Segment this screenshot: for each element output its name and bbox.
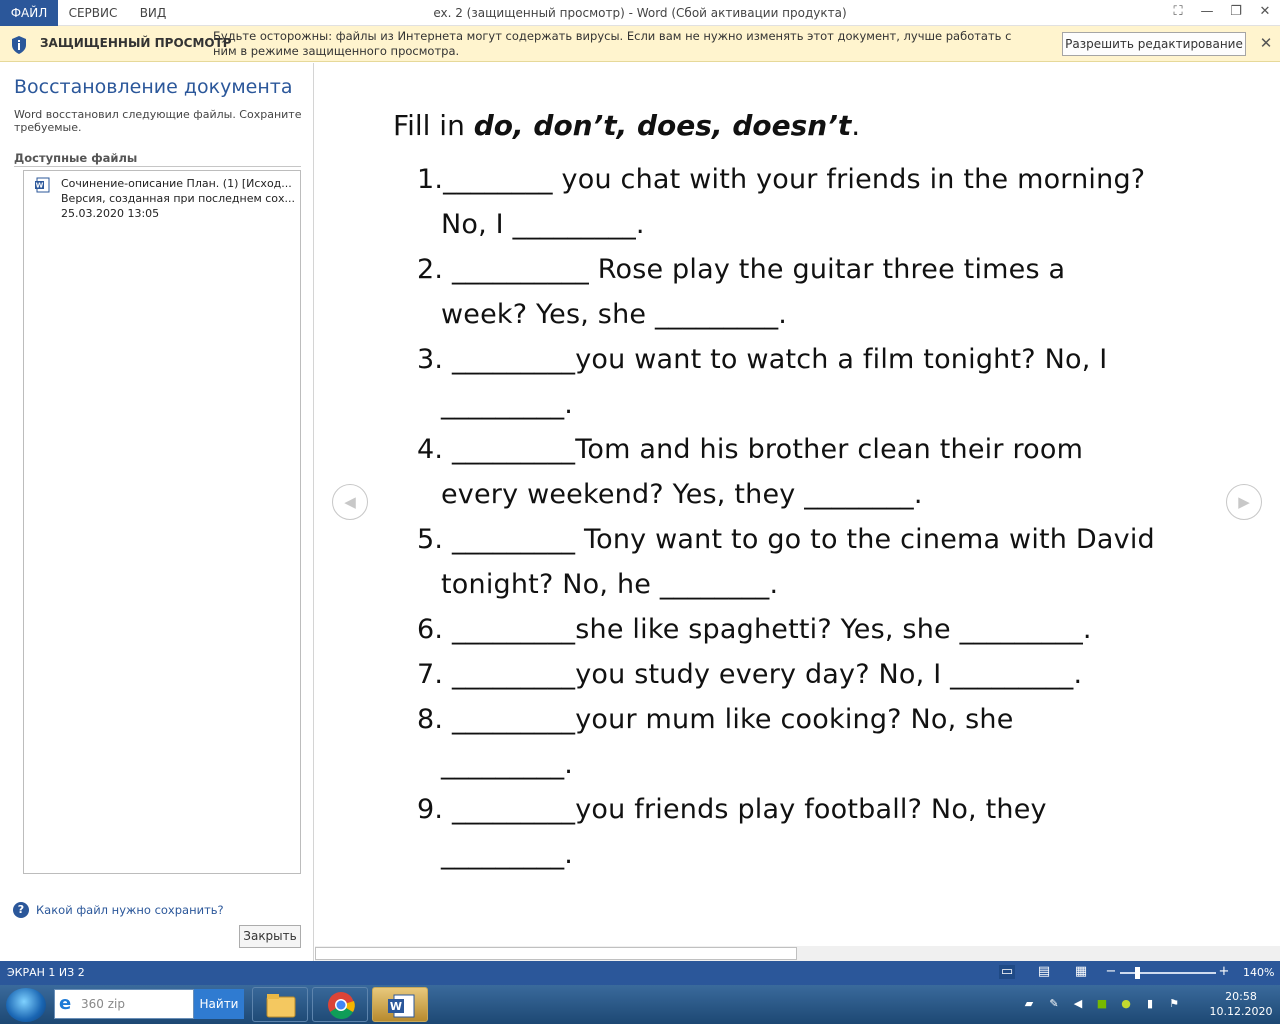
internet-explorer-icon: e — [59, 993, 72, 1014]
web-layout-icon[interactable]: ▦ — [1073, 965, 1089, 979]
taskbar: e 360 zip Найти W ▰ ✎ ◀ ■ ● ▮ ⚑ 20:58 10… — [0, 985, 1280, 1024]
read-mode-icon[interactable]: ▭ — [999, 965, 1015, 979]
document-recovery-pane: Восстановление документа Word восстанови… — [0, 63, 314, 961]
close-button[interactable]: Закрыть — [239, 925, 301, 948]
exercise-line: 1.________ you chat with your friends in… — [417, 164, 1146, 195]
zoom-out-icon[interactable]: − — [1103, 965, 1119, 979]
exercise-line: 8. _________your mum like cooking? No, s… — [417, 704, 1014, 735]
exercise-line: 4. _________Tom and his brother clean th… — [417, 434, 1084, 465]
close-icon[interactable]: ✕ — [1258, 35, 1274, 51]
recovered-file-list[interactable]: W Сочинение-описание План. (1) [Исход...… — [23, 170, 301, 874]
zoom-level[interactable]: 140% — [1243, 966, 1274, 979]
exercise-line: 7. _________you study every day? No, I _… — [417, 659, 1083, 690]
nvidia-icon[interactable]: ■ — [1095, 997, 1109, 1011]
find-button[interactable]: Найти — [194, 989, 244, 1019]
recovery-description: Word восстановил следующие файлы. Сохран… — [14, 108, 302, 134]
chrome-app[interactable] — [312, 987, 368, 1022]
file-version: Версия, созданная при последнем сох... — [61, 192, 295, 205]
start-button[interactable] — [6, 988, 46, 1022]
svg-text:W: W — [390, 1000, 402, 1013]
previous-screen-icon[interactable]: ◀ — [332, 484, 368, 520]
network-icon[interactable]: ▮ — [1143, 997, 1157, 1011]
folder-icon — [266, 994, 296, 1018]
exercise-line: 3. _________you want to watch a film ton… — [417, 344, 1108, 375]
help-icon[interactable]: ? — [13, 902, 29, 918]
heading-suffix: . — [851, 109, 861, 142]
explorer-app[interactable] — [252, 987, 308, 1022]
document-page: Fill in do, don’t, does, doesn’t. 1.____… — [315, 63, 1280, 947]
tray-flag-icon[interactable]: ▰ — [1022, 997, 1036, 1011]
action-center-icon[interactable]: ⚑ — [1167, 997, 1181, 1011]
page-heading: Fill in do, don’t, does, doesn’t. — [393, 109, 860, 142]
exercise-line: 6. _________she like spaghetti? Yes, she… — [417, 614, 1092, 645]
chrome-icon — [328, 992, 355, 1019]
file-name: Сочинение-описание План. (1) [Исход... — [61, 177, 292, 190]
tab-service[interactable]: СЕРВИС — [60, 0, 126, 26]
heading-prefix: Fill in — [393, 109, 474, 142]
list-item[interactable]: W Сочинение-описание План. (1) [Исход...… — [30, 175, 296, 225]
tray-tool-icon[interactable]: ✎ — [1047, 997, 1061, 1011]
tab-file[interactable]: ФАЙЛ — [0, 0, 58, 26]
heading-words: do, don’t, does, doesn’t — [473, 109, 852, 142]
divider — [14, 166, 301, 167]
next-screen-icon[interactable]: ▶ — [1226, 484, 1262, 520]
tab-view[interactable]: ВИД — [130, 0, 176, 26]
shield-icon — [12, 36, 26, 54]
recovery-title: Восстановление документа — [14, 76, 293, 98]
protected-view-title: ЗАЩИЩЕННЫЙ ПРОСМОТР — [40, 36, 232, 50]
exercise-line: tonight? No, he ________. — [441, 569, 779, 600]
available-files-label: Доступные файлы — [14, 151, 138, 165]
zoom-slider-thumb[interactable] — [1135, 967, 1140, 979]
file-date: 25.03.2020 13:05 — [61, 207, 160, 220]
word-document-icon: W — [35, 177, 50, 193]
exercise-line: _________. — [441, 389, 574, 420]
fullscreen-icon[interactable]: ⛶ — [1164, 0, 1192, 26]
enable-editing-button[interactable]: Разрешить редактирование — [1062, 32, 1246, 56]
scrollbar-thumb[interactable] — [315, 947, 797, 960]
protected-view-message: Будьте осторожны: файлы из Интернета мог… — [213, 29, 1012, 58]
page-indicator: ЭКРАН 1 ИЗ 2 — [7, 966, 85, 979]
close-window-button[interactable]: ✕ — [1251, 0, 1279, 26]
exercise-line: every weekend? Yes, they ________. — [441, 479, 923, 510]
exercise-line: _________. — [441, 749, 574, 780]
zoom-in-icon[interactable]: + — [1216, 965, 1232, 979]
exercise-line: 5. _________ Tony want to go to the cine… — [417, 524, 1155, 555]
clock-time: 20:58 — [1225, 990, 1257, 1003]
status-bar: ЭКРАН 1 ИЗ 2 ▭ ▤ ▦ − + 140% — [0, 961, 1280, 985]
exercise-line: _________. — [441, 839, 574, 870]
word-icon: W — [388, 994, 415, 1018]
restore-button[interactable]: ❐ — [1222, 0, 1250, 26]
minimize-button[interactable]: — — [1193, 0, 1221, 26]
clock-date: 10.12.2020 — [1209, 1005, 1273, 1018]
window-title: ex. 2 (защищенный просмотр) - Word (Сбой… — [433, 6, 847, 20]
volume-icon[interactable]: ◀ — [1071, 997, 1085, 1011]
help-link[interactable]: Какой файл нужно сохранить? — [36, 903, 224, 917]
print-layout-icon[interactable]: ▤ — [1036, 965, 1052, 979]
tray-app-icon[interactable]: ● — [1119, 997, 1133, 1011]
search-input[interactable]: e 360 zip — [54, 989, 194, 1019]
exercise-line: week? Yes, she _________. — [441, 299, 788, 330]
exercise-line: 2. __________ Rose play the guitar three… — [417, 254, 1066, 285]
search-input-value: 360 zip — [81, 997, 125, 1011]
horizontal-scrollbar[interactable] — [315, 946, 1280, 961]
exercise-line: No, I _________. — [441, 209, 645, 240]
clock[interactable]: 20:58 10.12.2020 — [1203, 989, 1279, 1019]
exercise-line: 9. _________you friends play football? N… — [417, 794, 1047, 825]
svg-text:W: W — [36, 182, 44, 190]
word-app[interactable]: W — [372, 987, 428, 1022]
title-bar: ФАЙЛ СЕРВИС ВИД ex. 2 (защищенный просмо… — [0, 0, 1280, 26]
